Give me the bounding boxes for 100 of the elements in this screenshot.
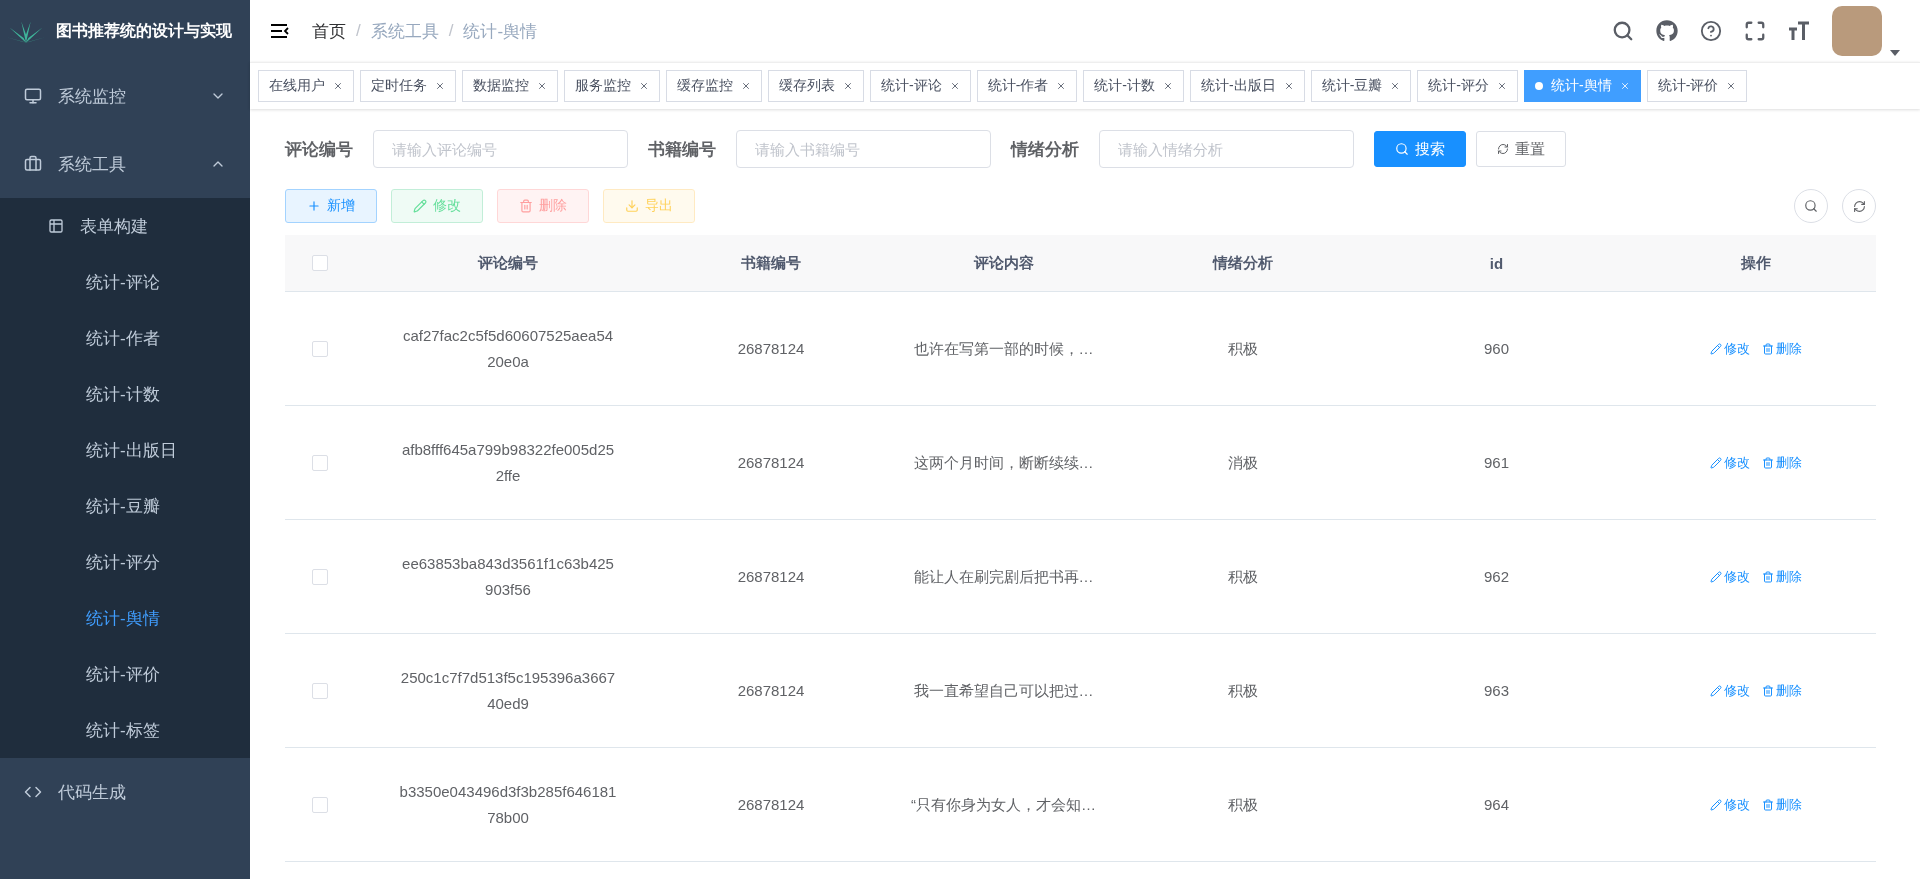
monitor-icon [24, 87, 42, 105]
table-cell-text: 消极 [1226, 452, 1259, 473]
submenu-item[interactable]: 统计-作者 [0, 310, 250, 366]
app-title: 图书推荐统的设计与实现 [56, 20, 232, 41]
submenu-item[interactable]: 统计-计数 [0, 366, 250, 422]
tag-tab[interactable]: 缓存监控 [666, 70, 762, 102]
tag-tab[interactable]: 统计-豆瓣 [1310, 70, 1412, 102]
select-all-checkbox[interactable] [312, 255, 328, 271]
table-cell-text: ee63853ba843d3561f1c63b425903f56 [401, 553, 615, 600]
search-toggle-button[interactable] [1794, 189, 1828, 223]
tag-tab[interactable]: 统计-评论 [870, 70, 971, 102]
pencil-icon [1710, 456, 1722, 469]
font-size-icon[interactable] [1788, 20, 1810, 42]
search-icon[interactable] [1612, 20, 1634, 42]
close-icon[interactable] [1497, 81, 1508, 91]
menu-icon[interactable] [270, 23, 290, 39]
close-icon[interactable] [1390, 81, 1401, 91]
close-icon[interactable] [741, 81, 751, 91]
input-field[interactable]: 请输入情绪分析 [1099, 130, 1354, 168]
field-label: 情绪分析 [1011, 138, 1079, 161]
caret-icon[interactable] [1890, 50, 1900, 56]
field-label: 评论编号 [285, 138, 353, 161]
table-cell-text: 962 [1483, 566, 1510, 587]
table-cell-text: 250c1c7f7d513f5c195396a366740ed9 [399, 667, 617, 714]
submenu-item[interactable]: 统计-评分 [0, 534, 250, 590]
breadcrumb-separator: / [448, 21, 454, 41]
github-icon[interactable] [1656, 20, 1678, 42]
menu-item[interactable]: 系统工具 [0, 130, 250, 198]
close-icon[interactable] [1726, 81, 1737, 91]
row-checkbox[interactable] [312, 454, 328, 471]
trash-icon [1762, 798, 1774, 811]
plus-icon [307, 199, 321, 213]
search-icon [1804, 199, 1818, 213]
menu-item[interactable]: 系统监控 [0, 62, 250, 130]
briefcase-icon [24, 155, 42, 173]
row-checkbox[interactable] [312, 340, 328, 357]
trash-icon [1762, 570, 1774, 583]
trash-icon [1762, 342, 1774, 355]
tag-tab[interactable]: 缓存列表 [768, 70, 864, 102]
breadcrumb-item: 系统工具 [370, 20, 439, 43]
table-cell-text: 积极 [1226, 794, 1259, 815]
refresh-icon [1852, 199, 1866, 213]
table-cell-text: 963 [1483, 680, 1510, 701]
table-cell-text: 26878124 [736, 566, 806, 587]
tag-tab[interactable]: 统计-计数 [1083, 70, 1184, 102]
pencil-icon [1710, 684, 1722, 697]
tag-tab[interactable]: 统计-作者 [976, 70, 1078, 102]
close-icon[interactable] [843, 81, 853, 91]
submenu-item[interactable]: 统计-评论 [0, 254, 250, 310]
close-icon[interactable] [949, 81, 960, 91]
table-cell-text: b3350e043496d3f3b285f64618178b00 [398, 781, 618, 828]
input-field[interactable]: 请输入评论编号 [373, 130, 628, 168]
tag-tab[interactable]: 统计-评分 [1417, 70, 1519, 102]
tag-tab[interactable]: 在线用户 [258, 70, 354, 102]
submenu-item[interactable]: 统计-豆瓣 [0, 478, 250, 534]
avatar-placeholder[interactable] [1832, 6, 1882, 56]
row-checkbox[interactable] [312, 796, 328, 813]
pencil-icon [413, 199, 427, 213]
column-header: id [1488, 254, 1505, 272]
submenu-item[interactable]: 统计-舆情 [0, 590, 250, 646]
menu-label: 代码生成 [58, 781, 127, 804]
close-icon[interactable] [333, 81, 343, 91]
pencil-icon [1710, 342, 1722, 355]
close-icon[interactable] [639, 81, 649, 91]
input-field[interactable]: 请输入书籍编号 [736, 130, 991, 168]
menu-item[interactable]: 代码生成 [0, 758, 250, 826]
submenu-item[interactable]: 统计-评价 [0, 646, 250, 702]
table-cell-text: 26878124 [736, 338, 806, 359]
trash-icon [1762, 684, 1774, 697]
table-cell-text: 960 [1483, 338, 1510, 359]
close-icon[interactable] [1056, 81, 1067, 91]
tag-tab[interactable]: 数据监控 [462, 70, 558, 102]
table-cell-text: 961 [1483, 452, 1510, 473]
reset-button[interactable]: 重置 [1476, 131, 1566, 167]
close-icon[interactable] [1283, 81, 1294, 91]
breadcrumb-item[interactable]: 首页 [312, 19, 346, 43]
menu-label: 系统监控 [58, 85, 127, 108]
tag-tab[interactable]: 统计-评价 [1646, 70, 1748, 102]
menu-label: 系统工具 [58, 153, 127, 176]
tag-tab[interactable]: 统计-出版日 [1190, 70, 1305, 102]
refresh-button[interactable] [1842, 189, 1876, 223]
trash-icon [519, 199, 533, 213]
download-icon [625, 199, 639, 213]
help-icon[interactable] [1700, 20, 1722, 42]
row-checkbox[interactable] [312, 682, 328, 699]
table-cell-text: 积极 [1226, 680, 1259, 701]
column-header: 情绪分析 [1211, 253, 1274, 273]
submenu-item[interactable]: 统计-出版日 [0, 422, 250, 478]
tag-tab[interactable]: 定时任务 [360, 70, 456, 102]
submenu-item[interactable]: 表单构建 [0, 198, 250, 254]
close-icon[interactable] [1163, 81, 1173, 91]
fullscreen-icon[interactable] [1744, 20, 1766, 42]
table-cell-text: 26878124 [736, 452, 806, 473]
pencil-icon [1710, 798, 1722, 811]
tag-tab[interactable]: 服务监控 [564, 70, 660, 102]
close-icon[interactable] [435, 81, 445, 91]
close-icon[interactable] [537, 81, 547, 91]
row-checkbox[interactable] [312, 568, 328, 585]
submenu-item[interactable]: 统计-标签 [0, 702, 250, 758]
breadcrumb-item: 统计-舆情 [463, 20, 538, 43]
